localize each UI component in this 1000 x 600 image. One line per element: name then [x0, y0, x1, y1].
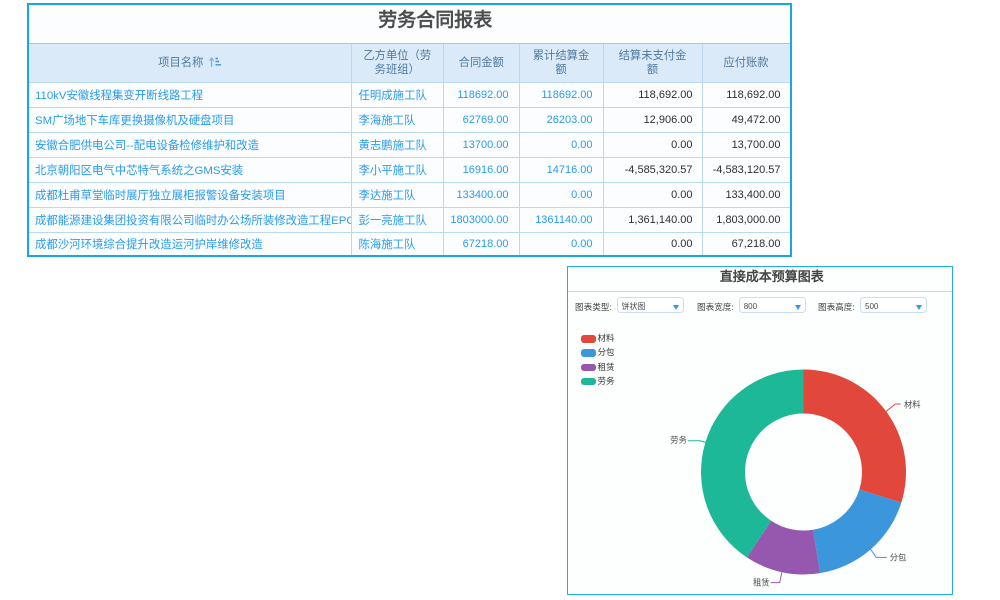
svg-text:劳务: 劳务 — [670, 434, 687, 444]
svg-text:材料: 材料 — [904, 399, 921, 409]
svg-text:租赁: 租赁 — [753, 577, 770, 587]
svg-text:分包: 分包 — [889, 552, 906, 562]
